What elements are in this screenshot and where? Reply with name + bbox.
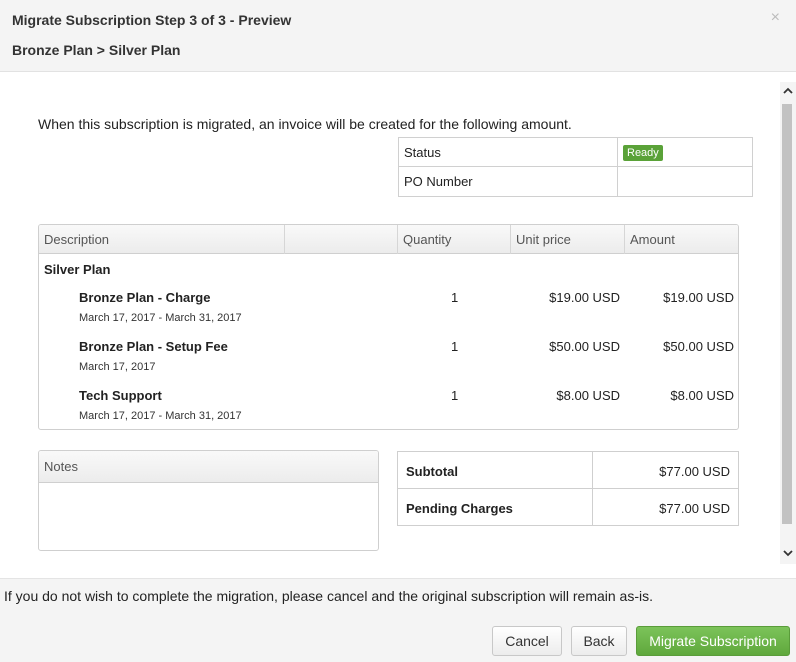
line-item-amount: $8.00 USD bbox=[670, 388, 734, 403]
dialog-title: Migrate Subscription Step 3 of 3 - Previ… bbox=[12, 12, 291, 28]
line-item-quantity: 1 bbox=[451, 388, 459, 403]
dialog-footer: If you do not wish to complete the migra… bbox=[0, 578, 796, 662]
totals-divider bbox=[592, 452, 593, 525]
status-row: Status Ready bbox=[399, 138, 752, 167]
line-item-unit-price: $19.00 USD bbox=[549, 290, 620, 305]
line-item-unit-price: $50.00 USD bbox=[549, 339, 620, 354]
line-item-name: Bronze Plan - Setup Fee bbox=[79, 339, 228, 354]
dialog-title-step: Preview bbox=[238, 12, 292, 28]
group-title: Silver Plan bbox=[44, 262, 111, 277]
column-separator bbox=[624, 225, 625, 254]
vertical-scrollbar[interactable] bbox=[780, 82, 796, 564]
pending-charges-row: Pending Charges $77.00 USD bbox=[398, 489, 738, 526]
status-table: Status Ready PO Number bbox=[398, 137, 753, 197]
notes-panel: Notes bbox=[38, 450, 379, 551]
column-separator bbox=[397, 225, 398, 254]
chevron-up-icon[interactable] bbox=[780, 84, 796, 102]
dialog-title-text: Migrate Subscription Step 3 of 3 bbox=[12, 12, 226, 28]
dialog-title-separator: - bbox=[225, 12, 239, 28]
cancel-button[interactable]: Cancel bbox=[492, 626, 562, 656]
pending-charges-value: $77.00 USD bbox=[659, 501, 730, 516]
notes-label: Notes bbox=[39, 451, 378, 483]
po-number-label: PO Number bbox=[404, 174, 473, 189]
status-table-divider bbox=[617, 138, 618, 196]
column-quantity[interactable]: Quantity bbox=[403, 232, 451, 247]
migrate-subscription-button[interactable]: Migrate Subscription bbox=[636, 626, 790, 656]
chevron-down-icon[interactable] bbox=[780, 546, 796, 564]
column-description[interactable]: Description bbox=[44, 232, 109, 247]
totals-table: Subtotal $77.00 USD Pending Charges $77.… bbox=[397, 451, 739, 526]
subtotal-value: $77.00 USD bbox=[659, 464, 730, 479]
line-item-amount: $19.00 USD bbox=[663, 290, 734, 305]
line-item-date: March 17, 2017 bbox=[79, 361, 156, 373]
status-badge: Ready bbox=[623, 145, 663, 161]
status-label: Status bbox=[404, 145, 441, 160]
line-item-name: Tech Support bbox=[79, 388, 162, 403]
column-amount[interactable]: Amount bbox=[630, 232, 675, 247]
pending-charges-label: Pending Charges bbox=[406, 501, 513, 516]
line-items-table: Description Quantity Unit price Amount S… bbox=[38, 224, 739, 430]
line-item-date: March 17, 2017 - March 31, 2017 bbox=[79, 410, 242, 422]
column-separator bbox=[284, 225, 285, 254]
column-unit-price[interactable]: Unit price bbox=[516, 232, 571, 247]
column-separator bbox=[510, 225, 511, 254]
notes-body[interactable] bbox=[39, 483, 378, 550]
subtotal-label: Subtotal bbox=[406, 464, 458, 479]
line-item-amount: $50.00 USD bbox=[663, 339, 734, 354]
line-item-quantity: 1 bbox=[451, 290, 459, 305]
intro-text: When this subscription is migrated, an i… bbox=[38, 116, 572, 132]
po-number-row: PO Number bbox=[399, 167, 752, 196]
breadcrumb: Bronze Plan > Silver Plan bbox=[12, 42, 181, 58]
line-item-date: March 17, 2017 - March 31, 2017 bbox=[79, 312, 242, 324]
line-item-name: Bronze Plan - Charge bbox=[79, 290, 211, 305]
back-button[interactable]: Back bbox=[571, 626, 627, 656]
line-item-quantity: 1 bbox=[451, 339, 459, 354]
close-icon[interactable]: × bbox=[771, 9, 780, 27]
scrollbar-thumb[interactable] bbox=[782, 104, 792, 524]
dialog-header: Migrate Subscription Step 3 of 3 - Previ… bbox=[0, 0, 796, 72]
footer-message: If you do not wish to complete the migra… bbox=[4, 588, 653, 604]
dialog-body: When this subscription is migrated, an i… bbox=[0, 73, 780, 577]
line-item-unit-price: $8.00 USD bbox=[556, 388, 620, 403]
subtotal-row: Subtotal $77.00 USD bbox=[398, 452, 738, 489]
line-items-header: Description Quantity Unit price Amount bbox=[39, 225, 738, 254]
